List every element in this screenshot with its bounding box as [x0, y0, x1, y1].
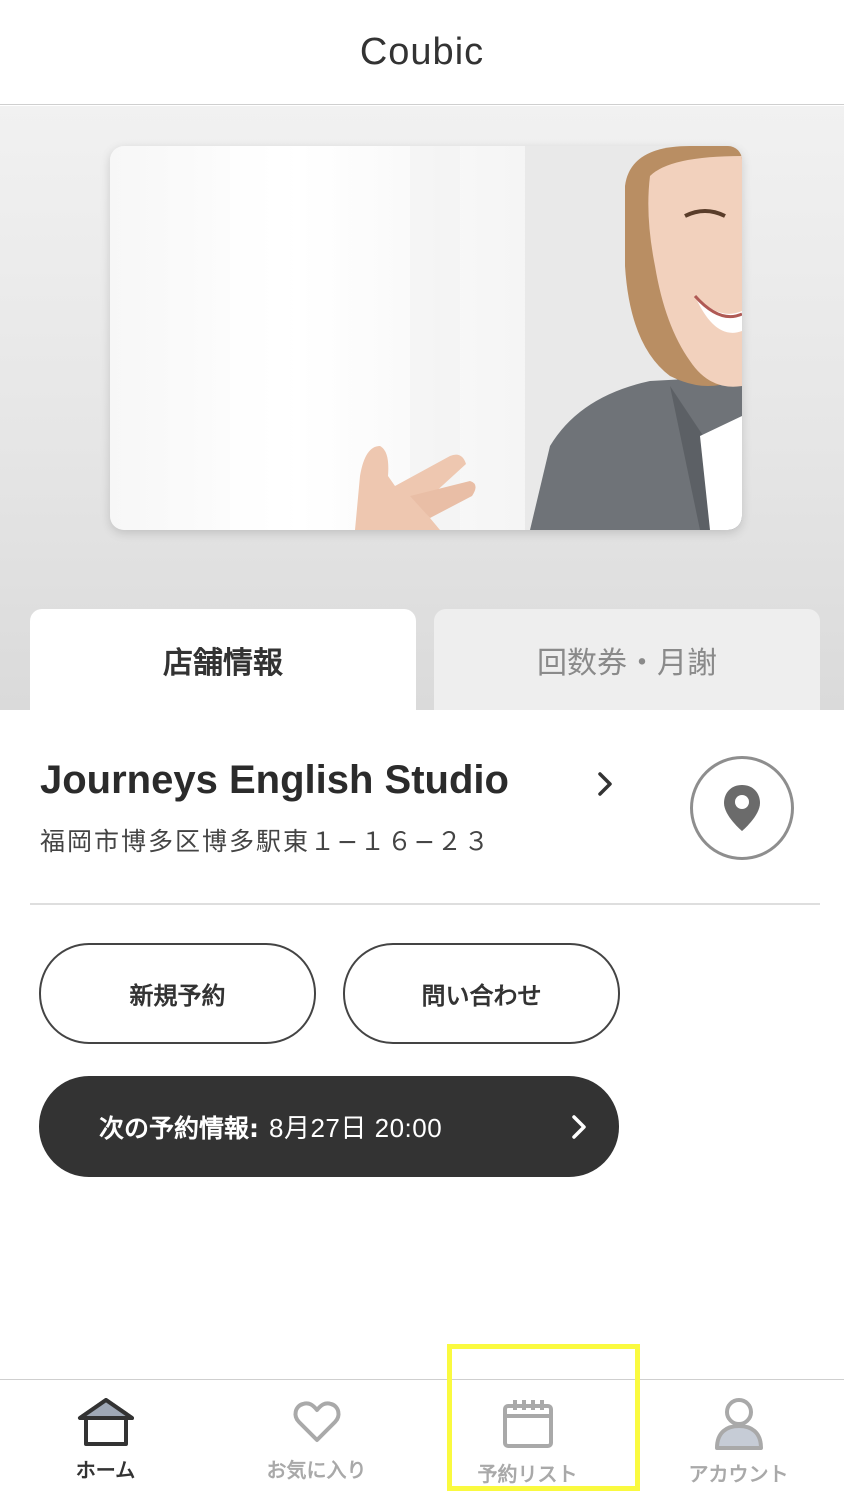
app-header: Coubic: [0, 0, 844, 105]
person-icon: [714, 1398, 763, 1450]
nav-item-label: お気に入り: [266, 1458, 367, 1482]
tab-tickets[interactable]: 回数券・月謝: [434, 609, 820, 710]
new-booking-button[interactable]: 新規予約: [39, 943, 316, 1044]
hero-section: 店舗情報 回数券・月謝: [0, 106, 844, 710]
tab-store-info-label: 店舗情報: [163, 645, 283, 681]
chevron-right-icon[interactable]: [596, 770, 616, 798]
section-divider: [30, 903, 820, 905]
nav-item-reservations[interactable]: 予約リスト: [422, 1380, 633, 1493]
home-icon: [77, 1398, 134, 1446]
contact-button[interactable]: 問い合わせ: [343, 943, 620, 1044]
bottom-nav: ホーム お気に入り 予約リスト アカウント: [0, 1379, 844, 1493]
hero-photo-illustration: [230, 146, 742, 530]
nav-item-favorites[interactable]: お気に入り: [211, 1380, 422, 1493]
calendar-icon: [502, 1400, 553, 1448]
map-button[interactable]: [690, 756, 794, 860]
new-booking-label: 新規予約: [129, 982, 226, 1010]
nav-item-account[interactable]: アカウント: [633, 1380, 844, 1493]
nav-item-label: 予約リスト: [477, 1462, 578, 1486]
nav-item-label: アカウント: [688, 1462, 789, 1486]
chevron-right-icon: [572, 1115, 586, 1139]
app-logo: Coubic: [359, 30, 485, 73]
hero-image: [110, 146, 742, 530]
contact-label: 問い合わせ: [421, 982, 542, 1010]
next-booking-label: 次の予約情報:: [99, 1113, 259, 1143]
nav-item-label: ホーム: [75, 1458, 136, 1482]
store-address: 福岡市博多区博多駅東１−１６−２３: [40, 827, 491, 856]
location-pin-icon: [724, 785, 760, 831]
nav-item-home[interactable]: ホーム: [0, 1380, 211, 1493]
next-booking-datetime: 8月27日 20:00: [269, 1113, 443, 1143]
tab-tickets-label: 回数券・月謝: [537, 645, 717, 681]
store-name-link[interactable]: Journeys English Studio: [40, 758, 509, 803]
heart-icon: [293, 1401, 340, 1442]
next-booking-button[interactable]: 次の予約情報: 8月27日 20:00: [39, 1076, 619, 1177]
tab-store-info[interactable]: 店舗情報: [30, 609, 416, 710]
